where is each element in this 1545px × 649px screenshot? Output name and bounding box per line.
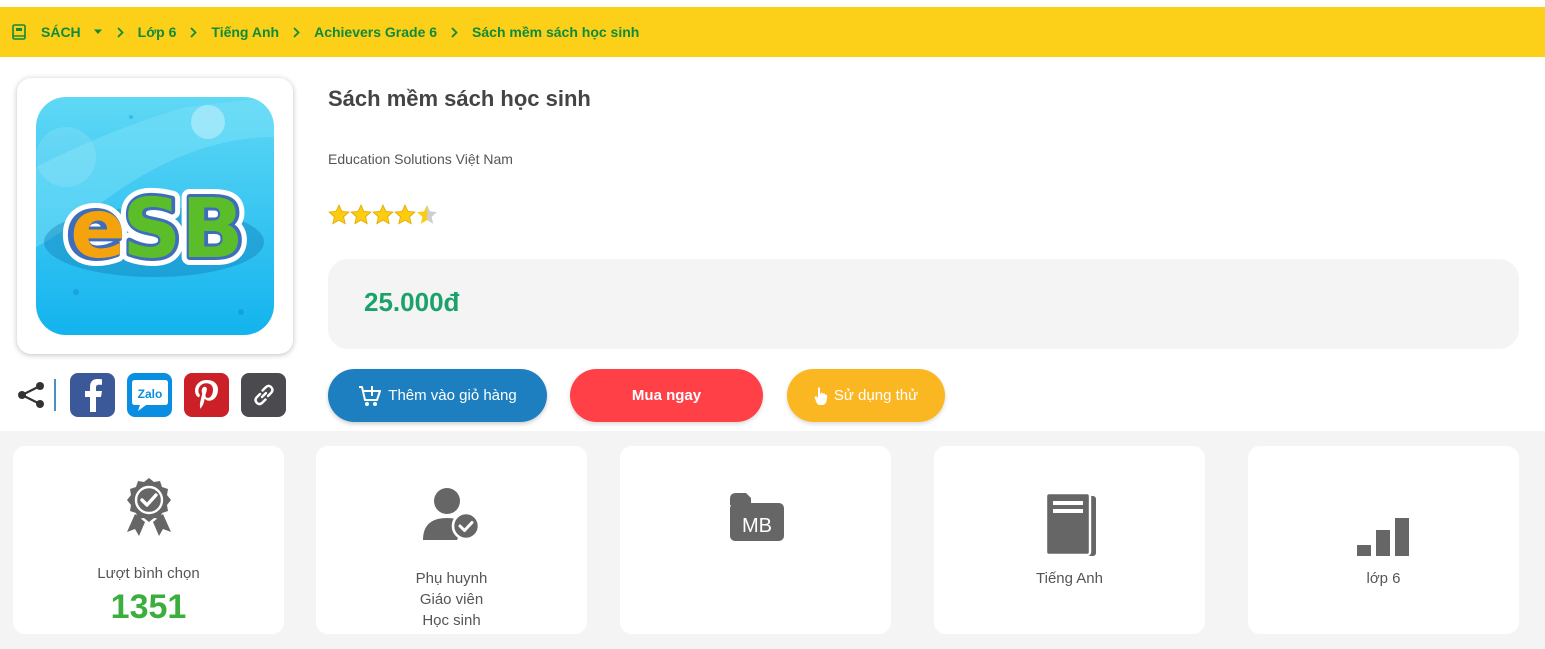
breadcrumb-item-grade[interactable]: Lớp 6	[138, 24, 177, 40]
cart-add-icon	[358, 385, 382, 407]
facebook-icon[interactable]	[70, 373, 115, 417]
price: 25.000đ	[364, 287, 460, 317]
link-icon[interactable]	[241, 373, 286, 417]
product-cover: eSB eSB e SB	[17, 78, 293, 354]
add-to-cart-button[interactable]: Thêm vào giỏ hàng	[328, 369, 547, 422]
buy-now-button[interactable]: Mua ngay	[570, 369, 763, 422]
votes-count: 1351	[110, 588, 187, 626]
folder-size-icon: MB	[620, 491, 891, 543]
chevron-right-icon	[293, 26, 300, 38]
badge-check-icon	[13, 476, 284, 538]
breadcrumb-item-current[interactable]: Sách mềm sách học sinh	[472, 24, 639, 40]
book-icon	[934, 491, 1205, 557]
star-icon	[372, 204, 394, 225]
esb-logo: eSB eSB e SB	[36, 97, 274, 335]
votes-label: Lượt bình chọn	[97, 565, 200, 582]
breadcrumb-item-subject[interactable]: Tiếng Anh	[211, 24, 279, 40]
breadcrumb-item-sach[interactable]: SÁCH	[41, 24, 81, 40]
top-strip	[0, 0, 1545, 7]
size-unit: MB	[742, 515, 772, 537]
stat-card-audience: Phụ huynh Giáo viên Học sinh	[316, 446, 587, 634]
share-icon[interactable]	[14, 378, 48, 412]
try-label: Sử dụng thử	[833, 387, 919, 404]
stats-area: Lượt bình chọn 1351 Phụ huynh Giáo viên …	[0, 431, 1545, 649]
audience-parent: Phụ huynh	[415, 570, 488, 587]
book-icon	[12, 24, 28, 40]
add-to-cart-label: Thêm vào giỏ hàng	[388, 387, 517, 404]
chevron-right-icon	[451, 26, 458, 38]
breadcrumb: SÁCH Lớp 6 Tiếng Anh Achievers Grade 6 S…	[0, 7, 1545, 57]
zalo-label: Zalo	[137, 387, 162, 401]
share-row: Zalo	[14, 373, 298, 417]
share-divider	[54, 379, 56, 411]
grade-label: lớp 6	[1366, 570, 1401, 587]
stat-card-size: MB	[620, 446, 891, 634]
buy-now-label: Mua ngay	[631, 387, 702, 404]
stat-card-votes: Lượt bình chọn 1351	[13, 446, 284, 634]
breadcrumb-item-series[interactable]: Achievers Grade 6	[314, 24, 437, 40]
rating-stars	[328, 204, 442, 226]
subject-label: Tiếng Anh	[1036, 570, 1103, 587]
star-icon	[394, 204, 416, 225]
chevron-down-icon[interactable]	[93, 29, 103, 35]
try-button[interactable]: Sử dụng thử	[787, 369, 945, 422]
svg-text:e: e	[70, 182, 126, 277]
price-box: 25.000đ	[328, 259, 1519, 349]
star-icon	[350, 204, 372, 225]
pinterest-icon[interactable]	[184, 373, 229, 417]
zalo-icon[interactable]: Zalo	[127, 373, 172, 417]
audience-student: Học sinh	[422, 612, 481, 629]
audience-teacher: Giáo viên	[419, 591, 484, 608]
stat-card-subject: Tiếng Anh	[934, 446, 1205, 634]
pointer-hand-icon	[814, 386, 828, 406]
publisher-name: Education Solutions Việt Nam	[328, 151, 513, 167]
star-half-icon	[417, 205, 437, 224]
signal-bars-icon	[1248, 517, 1519, 557]
chevron-right-icon	[190, 26, 198, 38]
chevron-right-icon	[117, 26, 124, 38]
svg-text:SB: SB	[122, 182, 244, 277]
user-check-icon	[316, 486, 587, 542]
star-icon	[328, 204, 350, 225]
stat-card-grade: lớp 6	[1248, 446, 1519, 634]
page-title: Sách mềm sách học sinh	[328, 86, 591, 111]
